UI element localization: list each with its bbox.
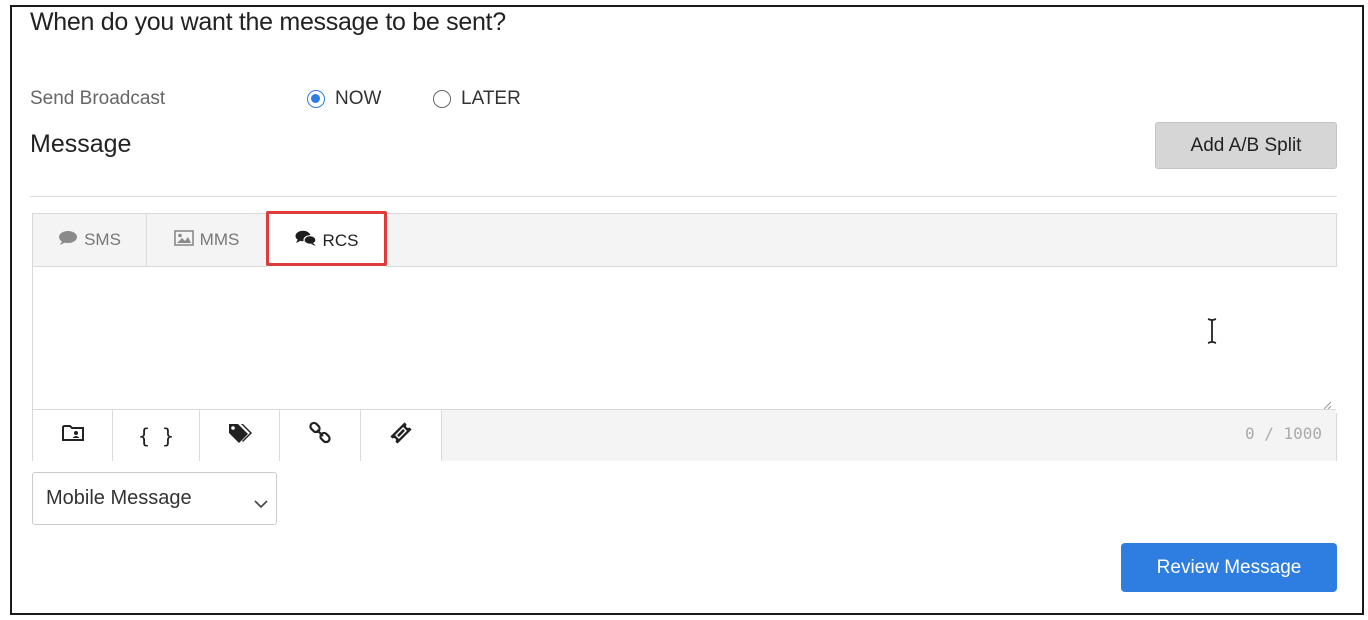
resize-grip-icon[interactable] — [1322, 397, 1332, 410]
contact-card-icon — [61, 423, 85, 448]
tags-icon — [227, 422, 253, 449]
ticket-icon — [388, 421, 414, 450]
braces-icon: { } — [137, 423, 175, 448]
radio-later-label: LATER — [461, 88, 521, 109]
message-section-title: Message — [30, 130, 132, 158]
insert-tag-button[interactable] — [200, 410, 280, 461]
channel-tabs: SMS MMS RCS — [33, 214, 1336, 267]
radio-now-indicator[interactable] — [307, 90, 325, 108]
editor-toolbar: { } 0 / 1000 — [33, 409, 1336, 461]
insert-coupon-button[interactable] — [361, 410, 442, 461]
insert-variable-button[interactable]: { } — [113, 410, 200, 461]
tab-sms[interactable]: SMS — [33, 214, 147, 266]
schedule-heading: When do you want the message to be sent? — [30, 8, 506, 36]
tab-mms-label: MMS — [199, 230, 240, 249]
radio-now[interactable]: NOW — [307, 88, 381, 110]
text-cursor-icon — [1205, 317, 1219, 350]
tab-rcs[interactable]: RCS — [267, 214, 387, 267]
add-ab-split-button[interactable]: Add A/B Split — [1155, 122, 1337, 169]
message-type-select[interactable]: Mobile Message — [32, 472, 277, 525]
radio-now-label: NOW — [335, 88, 382, 109]
radio-later-indicator[interactable] — [433, 90, 451, 108]
chevron-down-icon — [254, 492, 268, 515]
tab-mms[interactable]: MMS — [147, 214, 267, 266]
image-icon — [173, 229, 194, 251]
chat-bubbles-icon — [295, 230, 317, 252]
message-type-value: Mobile Message — [46, 487, 192, 509]
review-message-button[interactable]: Review Message — [1121, 543, 1337, 592]
message-editor: SMS MMS RCS { } 0 / 1000 — [32, 213, 1340, 461]
insert-link-button[interactable] — [280, 410, 361, 461]
character-counter: 0 / 1000 — [1244, 424, 1322, 443]
link-icon — [308, 421, 332, 450]
speech-bubble-icon — [58, 230, 78, 251]
radio-later[interactable]: LATER — [433, 88, 521, 110]
tab-rcs-label: RCS — [322, 230, 359, 250]
insert-contact-button[interactable] — [33, 410, 113, 461]
tab-sms-label: SMS — [84, 230, 121, 249]
send-broadcast-label: Send Broadcast — [30, 88, 166, 109]
message-textarea[interactable] — [33, 267, 1340, 413]
section-divider — [30, 196, 1337, 197]
